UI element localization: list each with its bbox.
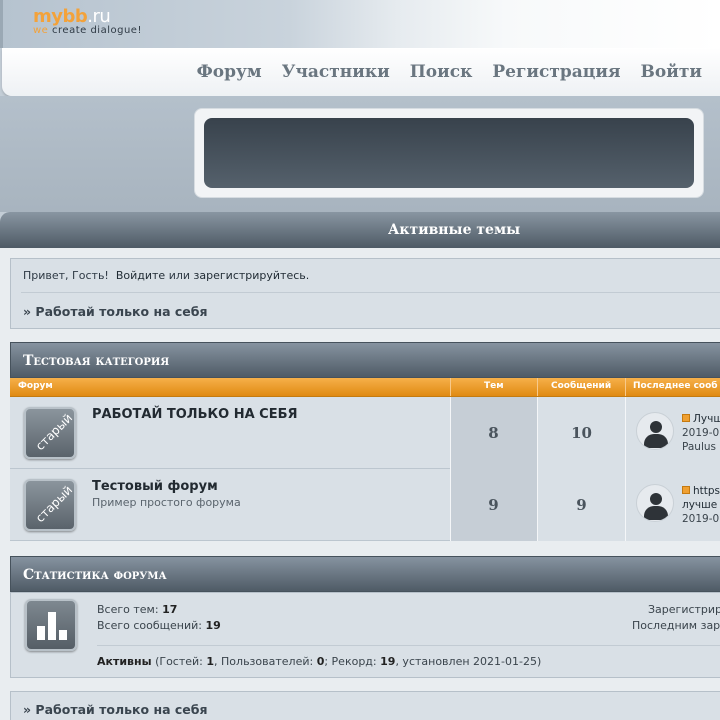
nav-search[interactable]: Поиск: [410, 62, 473, 82]
last-post-title-cont[interactable]: лучше: [682, 499, 717, 511]
banner-area: [0, 96, 720, 212]
greeting-or: или: [168, 269, 191, 282]
forum-posts-count: 10: [538, 397, 625, 469]
column-headers: Форум Тем Сообщений Последнее сооб: [10, 378, 720, 397]
last-post-title[interactable]: Лучш: [682, 413, 720, 425]
col-separator: [537, 378, 538, 396]
nav-register[interactable]: Регистрация: [492, 62, 620, 82]
category-title[interactable]: Тестовая категория: [23, 353, 169, 369]
user-avatar-icon[interactable]: [636, 412, 674, 450]
forum-row: старый РАБОТАЙ ТОЛЬКО НА СЕБЯ 8 10 Лучш …: [10, 397, 720, 469]
stat-posts: Всего сообщений: 19: [97, 619, 221, 632]
logo-ru: .ru: [87, 6, 111, 27]
col-last-post: Последнее сооб: [633, 381, 718, 391]
col-topics: Тем: [484, 381, 504, 391]
greeting-hello: Привет, Гость!: [23, 269, 109, 282]
banner-frame: [194, 108, 704, 198]
stat-registered: Зарегистрир: [648, 603, 720, 616]
forum-status-icon: старый: [24, 479, 76, 531]
cell-separator: [537, 469, 538, 541]
register-link[interactable]: зарегистрируйтесь.: [194, 269, 310, 282]
post-icon: [682, 414, 690, 422]
logo-tagline: create dialogue!: [52, 25, 142, 36]
cell-separator: [450, 397, 451, 469]
section-bar: Активные темы: [0, 212, 720, 248]
stats-title: Статистика форума: [23, 567, 167, 583]
last-post-title[interactable]: https: [682, 485, 720, 497]
nav-login[interactable]: Войти: [641, 62, 702, 82]
breadcrumb[interactable]: » Работай только на себя: [23, 304, 208, 319]
forum-topics-count: 9: [450, 469, 537, 541]
col-separator: [450, 378, 451, 396]
logo-bar: mybb.ru we create dialogue!: [0, 0, 720, 48]
post-icon: [682, 486, 690, 494]
divider: [97, 645, 720, 646]
last-post-author[interactable]: Paulus: [682, 441, 716, 453]
greeting-panel: Привет, Гость! Войдите или зарегистрируй…: [10, 258, 720, 329]
nav-bar: Форум Участники Поиск Регистрация Войти: [2, 48, 720, 96]
login-link[interactable]: Войдите: [116, 269, 165, 282]
stat-topics: Всего тем: 17: [97, 603, 178, 616]
forum-name[interactable]: РАБОТАЙ ТОЛЬКО НА СЕБЯ: [92, 407, 298, 422]
col-forum: Форум: [18, 381, 53, 391]
last-post-cell: Лучш 2019-0 Paulus: [626, 397, 720, 469]
last-post-date: 2019-0: [682, 427, 720, 439]
cell-separator: [537, 397, 538, 469]
logo-main: mybb: [33, 6, 88, 27]
banner: [204, 118, 694, 188]
stat-active: Активны (Гостей: 1, Пользователей: 0; Ре…: [97, 655, 542, 668]
forum-topics-count: 8: [450, 397, 537, 469]
forum-name[interactable]: Тестовый форум: [92, 479, 218, 494]
forum-description: Пример простого форума: [92, 496, 241, 509]
forum-status-icon: старый: [24, 407, 76, 459]
stat-last-registered: Последним зар: [632, 619, 720, 632]
bottom-breadcrumb[interactable]: » Работай только на себя: [23, 702, 208, 717]
user-avatar-icon[interactable]: [636, 484, 674, 522]
stats-panel: Всего тем: 17 Всего сообщений: 19 Зареги…: [10, 592, 720, 678]
nav-forum[interactable]: Форум: [197, 62, 262, 82]
nav-members[interactable]: Участники: [282, 62, 390, 82]
forum-posts-count: 9: [538, 469, 625, 541]
logo-we: we: [33, 25, 49, 36]
forum-row: старый Тестовый форум Пример простого фо…: [10, 469, 720, 541]
divider: [21, 292, 720, 293]
bar-chart-icon: [25, 599, 77, 651]
cell-separator: [450, 469, 451, 541]
greeting: Привет, Гость! Войдите или зарегистрируй…: [23, 269, 309, 282]
col-separator: [625, 378, 626, 396]
main-nav: Форум Участники Поиск Регистрация Войти: [197, 62, 702, 82]
bottom-panel: » Работай только на себя: [10, 691, 720, 720]
last-post-cell: https лучше 2019-0: [626, 469, 720, 541]
section-title[interactable]: Активные темы: [388, 222, 520, 238]
logo[interactable]: mybb.ru we create dialogue!: [33, 6, 142, 36]
col-posts: Сообщений: [551, 381, 612, 391]
category-header: Тестовая категория: [10, 342, 720, 378]
last-post-date: 2019-0: [682, 513, 720, 525]
stats-header: Статистика форума: [10, 556, 720, 592]
